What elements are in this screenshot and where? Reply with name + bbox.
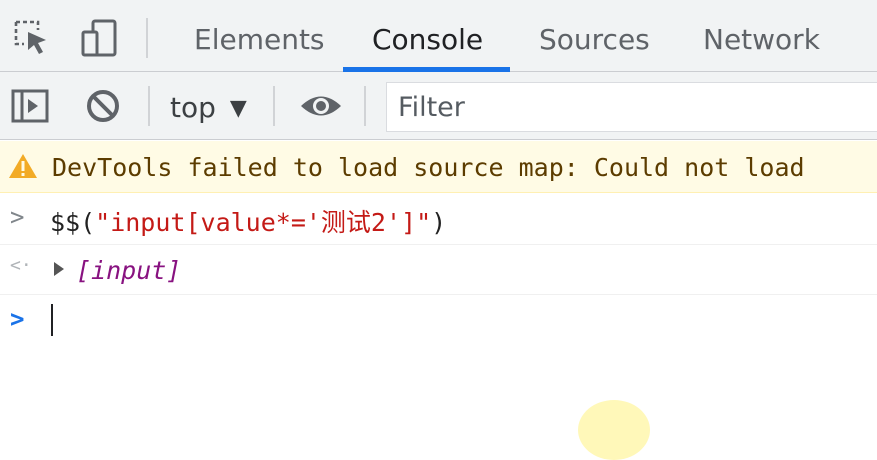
- context-label: top: [170, 91, 216, 124]
- result-value[interactable]: [input]: [76, 245, 181, 297]
- cursor-highlight: [578, 400, 650, 460]
- live-expression-icon[interactable]: [299, 87, 341, 127]
- warning-icon: [8, 152, 38, 184]
- filter-input[interactable]: [386, 82, 877, 132]
- console-result-entry: <· [input]: [0, 245, 877, 295]
- inspect-element-icon[interactable]: [12, 18, 52, 58]
- console-prompt-icon: >: [10, 305, 25, 333]
- tab-sources[interactable]: Sources: [539, 0, 650, 72]
- command-string: "input[value*='测试2']": [95, 208, 432, 237]
- tab-console[interactable]: Console: [372, 0, 483, 72]
- command-function: $$(: [50, 208, 96, 237]
- input-prompt-icon: >: [10, 203, 25, 231]
- expand-triangle-icon[interactable]: [54, 262, 64, 276]
- command-text[interactable]: $$("input[value*='测试2']"): [50, 203, 446, 239]
- devtools-tabbar: Elements Console Sources Network: [0, 0, 877, 72]
- execution-context-selector[interactable]: top ▼: [170, 72, 247, 140]
- tab-network[interactable]: Network: [703, 0, 820, 72]
- console-warning-message: DevTools failed to load source map: Coul…: [0, 141, 877, 193]
- text-cursor: [51, 304, 53, 336]
- toolbar-divider: [364, 86, 366, 126]
- toolbar-divider: [148, 86, 150, 126]
- tab-elements[interactable]: Elements: [194, 0, 325, 72]
- warning-text: DevTools failed to load source map: Coul…: [52, 153, 805, 182]
- command-closing: ): [431, 208, 447, 237]
- console-prompt[interactable]: >: [0, 295, 877, 347]
- show-sidebar-icon[interactable]: [10, 87, 50, 127]
- clear-console-icon[interactable]: [84, 87, 124, 127]
- result-return-icon: <·: [10, 255, 32, 276]
- toolbar-divider: [273, 86, 275, 126]
- device-toolbar-icon[interactable]: [79, 18, 119, 58]
- console-command-entry: > $$("input[value*='测试2']"): [0, 193, 877, 245]
- toolbar-divider: [146, 18, 148, 58]
- chevron-down-icon: ▼: [229, 96, 247, 121]
